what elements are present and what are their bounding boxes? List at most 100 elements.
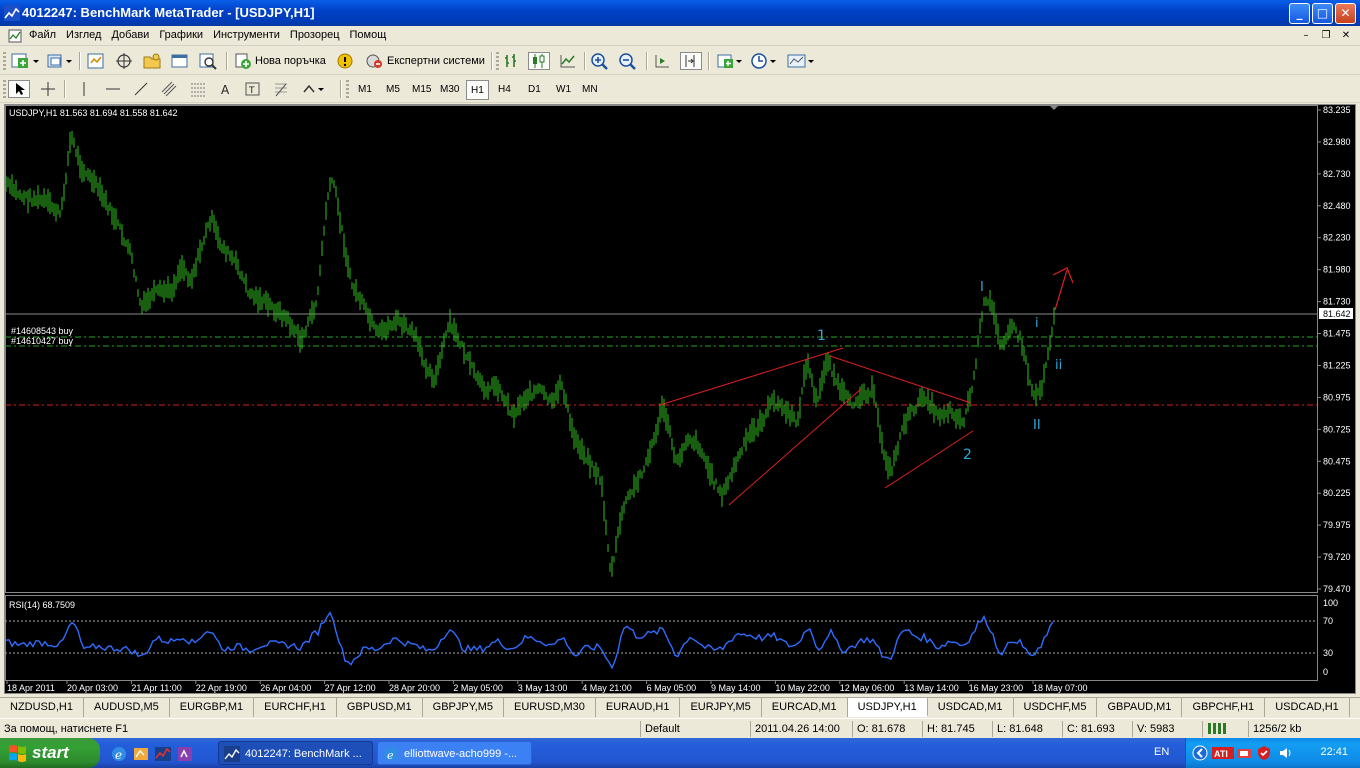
chart-tab[interactable]: EURGBP,M1 xyxy=(170,698,255,717)
rsi-level-label-70: 70 xyxy=(1323,616,1333,626)
quick-launch-icon-2[interactable] xyxy=(176,745,194,763)
chart-tab[interactable]: EURAUD,H1 xyxy=(596,698,681,717)
taskbar-metatrader[interactable]: 4012247: BenchMark ... xyxy=(218,741,373,765)
maximize-button[interactable]: □ xyxy=(1312,3,1333,24)
arrows-tool-button[interactable] xyxy=(300,79,328,99)
bar-chart-button[interactable] xyxy=(502,51,522,71)
candlestick-button[interactable] xyxy=(528,51,550,71)
timeframe-h1[interactable]: H1 xyxy=(466,80,489,100)
chart-tab[interactable]: EURCAD,M1 xyxy=(762,698,848,717)
ati-icon[interactable]: ATI xyxy=(1212,745,1234,761)
timeframe-mn[interactable]: MN xyxy=(578,80,602,100)
chart-tab[interactable]: GBPJPY,M5 xyxy=(423,698,504,717)
time-tick-label: 6 May 05:00 xyxy=(647,683,697,693)
templates-button[interactable] xyxy=(786,51,816,71)
equidistant-channel-tool-button[interactable] xyxy=(160,79,180,99)
chart-tab[interactable]: EURJPY,M5 xyxy=(680,698,762,717)
start-button[interactable]: start xyxy=(0,738,100,768)
menu-charts[interactable]: Графики xyxy=(156,29,210,41)
back-arrow-icon[interactable] xyxy=(1192,745,1208,761)
price-chart[interactable]: 1 2 I II i ii USDJPY,H1 81.563 81.694 81… xyxy=(5,105,1355,693)
menu-file[interactable]: Файл xyxy=(26,29,63,41)
mdi-minimize-button[interactable]: – xyxy=(1298,29,1314,43)
taskbar-browser[interactable]: elliottwave-acho999 -... xyxy=(377,741,532,765)
menu-tools[interactable]: Инструменти xyxy=(210,29,287,41)
periods-button[interactable] xyxy=(750,51,778,71)
trendline-tool-button[interactable] xyxy=(132,79,150,99)
timeframe-w1[interactable]: W1 xyxy=(552,80,575,100)
chart-tab[interactable]: USDCHF,M5 xyxy=(1014,698,1098,717)
menu-insert[interactable]: Добави xyxy=(108,29,156,41)
time-tick-label: 13 May 14:00 xyxy=(904,683,959,693)
chart-document-icon[interactable] xyxy=(8,29,22,43)
chart-tab[interactable]: USDCAD,M1 xyxy=(928,698,1014,717)
menu-window[interactable]: Прозорец xyxy=(287,29,347,41)
zoom-in-button[interactable] xyxy=(590,51,610,71)
chart-tab[interactable]: GBPCHF,H1 xyxy=(1182,698,1266,717)
menu-help[interactable]: Помощ xyxy=(347,29,394,41)
timeframe-d1[interactable]: D1 xyxy=(524,80,545,100)
chart-tab[interactable]: EURCHF,H1 xyxy=(254,698,337,717)
language-indicator[interactable]: EN xyxy=(1154,746,1169,758)
zoom-out-button[interactable] xyxy=(618,51,638,71)
chart-tab[interactable]: NZDUSD,H1 xyxy=(0,698,84,717)
new-chart-button[interactable] xyxy=(10,51,40,71)
timeframe-m5[interactable]: M5 xyxy=(382,80,404,100)
navigator-button[interactable] xyxy=(142,51,162,71)
status-volume: V: 5983 xyxy=(1132,721,1200,737)
chart-tab[interactable]: USDCAD,H1 xyxy=(1265,698,1350,717)
auto-scroll-button[interactable] xyxy=(652,51,672,71)
cursor-tool-button[interactable] xyxy=(8,79,30,99)
text-tool-button[interactable]: A xyxy=(218,79,234,99)
profiles-button[interactable] xyxy=(46,51,74,71)
antivirus-icon[interactable] xyxy=(1256,745,1272,761)
chart-tab[interactable]: USDJPY,H1 xyxy=(847,698,928,717)
chart-shift-button[interactable] xyxy=(680,51,702,71)
chart-tab[interactable]: GBPUSD,M1 xyxy=(337,698,423,717)
mdi-close-button[interactable]: ✕ xyxy=(1338,29,1354,43)
text-label-icon: T xyxy=(245,82,260,96)
status-high: H: 81.745 xyxy=(922,721,990,737)
status-profile[interactable]: Default xyxy=(640,721,748,737)
expert-advisor-toggle[interactable] xyxy=(336,51,354,71)
internet-explorer-icon[interactable]: e xyxy=(110,745,128,763)
chart-tab[interactable]: USD30,M xyxy=(1350,698,1360,717)
quick-launch-icon[interactable] xyxy=(132,745,150,763)
metatrader-quick-launch-icon[interactable] xyxy=(154,745,172,763)
mdi-restore-button[interactable]: ❐ xyxy=(1318,29,1334,43)
chart-tab[interactable]: EURUSD,M30 xyxy=(504,698,596,717)
new-order-button[interactable]: Нова поръчка xyxy=(234,51,326,71)
time-tick-label: 9 May 14:00 xyxy=(711,683,761,693)
chart-tab[interactable]: AUDUSD,M5 xyxy=(84,698,170,717)
horizontal-line-tool-button[interactable] xyxy=(104,79,122,99)
svg-text:T: T xyxy=(248,86,255,96)
toolbar-separator xyxy=(79,52,81,70)
menu-view[interactable]: Изглед xyxy=(63,29,108,41)
market-watch-button[interactable] xyxy=(86,51,106,71)
timeframe-h4[interactable]: H4 xyxy=(494,80,515,100)
line-chart-button[interactable] xyxy=(558,51,578,71)
expert-systems-button[interactable]: Експертни системи xyxy=(364,51,485,71)
price-tick-label: 82.230 xyxy=(1323,233,1351,243)
network-icon[interactable] xyxy=(1236,745,1252,761)
minimize-button[interactable]: _ xyxy=(1289,3,1310,24)
terminal-button[interactable] xyxy=(170,51,190,71)
timeframe-m1[interactable]: M1 xyxy=(354,80,376,100)
time-tick-label: 2 May 05:00 xyxy=(453,683,503,693)
crosshair-tool-button[interactable] xyxy=(38,79,58,99)
chart-tab[interactable]: GBPAUD,M1 xyxy=(1097,698,1183,717)
status-bar: За помощ, натиснете F1 Default 2011.04.2… xyxy=(0,718,1360,738)
chart-window[interactable]: 1 2 I II i ii USDJPY,H1 81.563 81.694 81… xyxy=(4,104,1356,694)
fib-fan-tool-button[interactable] xyxy=(272,79,290,99)
timeframe-m30[interactable]: M30 xyxy=(436,80,463,100)
close-button[interactable]: ✕ xyxy=(1335,3,1356,24)
svg-text:e: e xyxy=(387,749,394,762)
timeframe-m15[interactable]: M15 xyxy=(408,80,435,100)
vertical-line-tool-button[interactable] xyxy=(76,79,92,99)
volume-icon[interactable] xyxy=(1278,745,1294,761)
indicators-button[interactable] xyxy=(716,51,744,71)
data-window-button[interactable] xyxy=(114,51,134,71)
strategy-tester-button[interactable] xyxy=(198,51,218,71)
text-label-tool-button[interactable]: T xyxy=(244,79,262,99)
fibonacci-tool-button[interactable] xyxy=(188,79,208,99)
